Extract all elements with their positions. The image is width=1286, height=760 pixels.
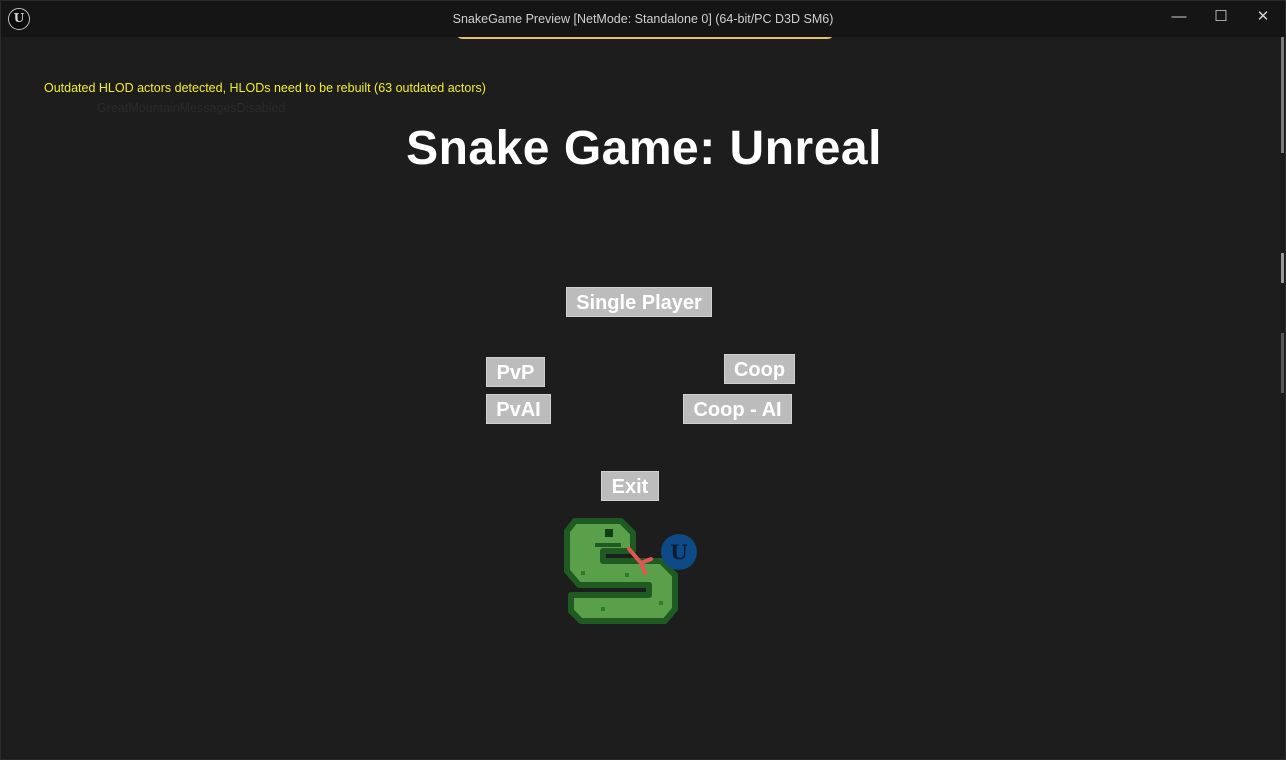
window-title: SnakeGame Preview [NetMode: Standalone 0…	[452, 12, 834, 26]
hlod-warning-message: Outdated HLOD actors detected, HLODs nee…	[44, 81, 486, 95]
faded-debug-text: GreatMountainMessagesDisabled	[97, 101, 286, 115]
snake-logo-icon: U	[564, 518, 697, 624]
close-button[interactable]: ✕	[1243, 5, 1283, 31]
coop-ai-button[interactable]: Coop - AI	[683, 394, 792, 424]
game-title: Snake Game: Unreal	[406, 122, 882, 175]
scrollbar-marker-lower	[1281, 333, 1284, 393]
minimize-button[interactable]: —	[1159, 5, 1199, 31]
viewport-scrollbar[interactable]	[1281, 37, 1285, 757]
pvai-button[interactable]: PvAI	[486, 394, 551, 424]
single-player-button[interactable]: Single Player	[566, 287, 712, 317]
background-light-glow	[455, 37, 835, 39]
game-preview-window: U SnakeGame Preview [NetMode: Standalone…	[0, 0, 1286, 760]
title-bar[interactable]: U SnakeGame Preview [NetMode: Standalone…	[1, 1, 1285, 37]
scrollbar-thumb[interactable]	[1281, 37, 1284, 153]
coop-button[interactable]: Coop	[724, 354, 795, 384]
snake-game-logo: U	[561, 513, 701, 625]
exit-button[interactable]: Exit	[601, 471, 659, 501]
scrollbar-marker	[1281, 253, 1284, 283]
pvp-button[interactable]: PvP	[486, 357, 545, 387]
svg-text:U: U	[670, 540, 687, 564]
maximize-button[interactable]: ☐	[1201, 5, 1241, 31]
